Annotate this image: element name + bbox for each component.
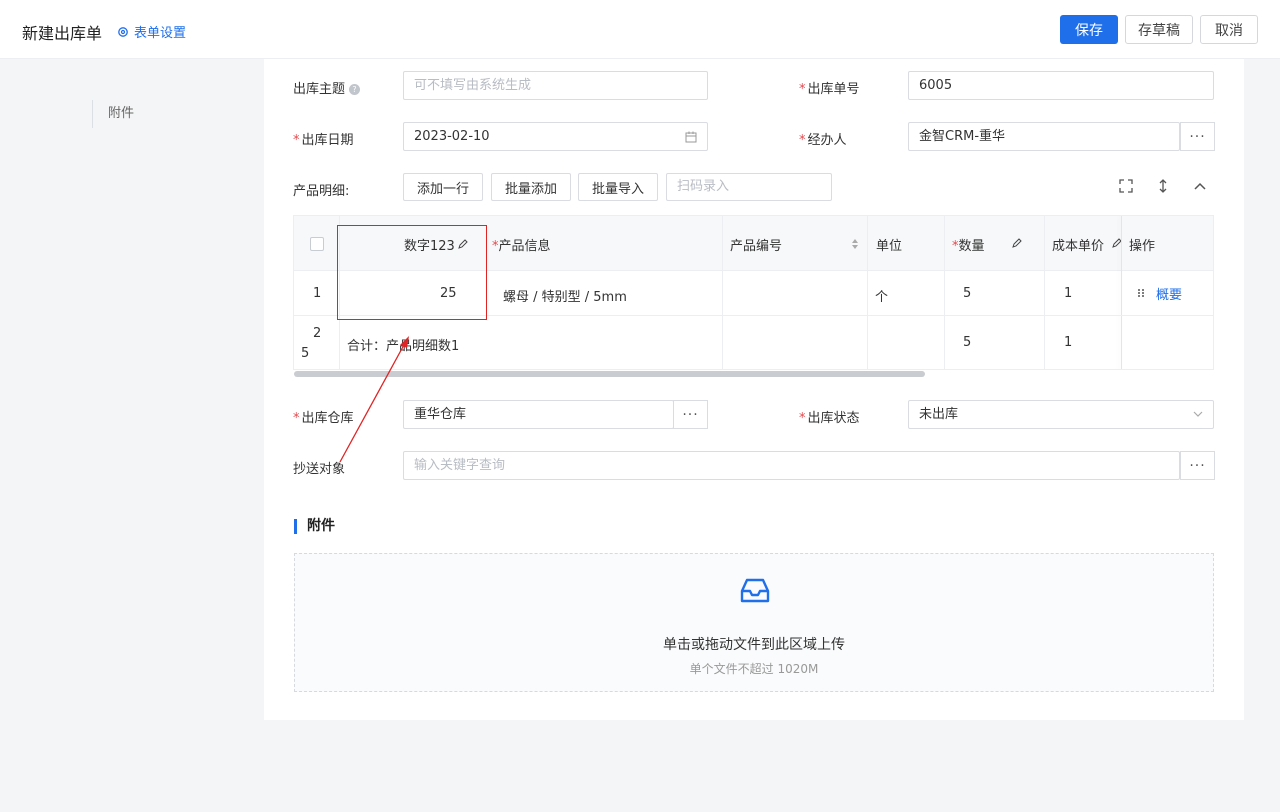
- batch-add-button[interactable]: 批量添加: [491, 173, 571, 201]
- handler-picker-button[interactable]: ···: [1180, 122, 1215, 151]
- batch-import-button[interactable]: 批量导入: [578, 173, 658, 201]
- date-input[interactable]: 2023-02-10: [403, 122, 708, 151]
- total-cost: 1: [1064, 335, 1073, 350]
- form-settings-label: 表单设置: [134, 26, 187, 41]
- form-settings-link[interactable]: 表单设置: [117, 22, 186, 41]
- handler-label: * 经办人: [799, 133, 847, 148]
- row-product-cell[interactable]: 螺母 / 特别型 / 5mm: [503, 286, 627, 305]
- subject-input[interactable]: 可不填写由系统生成: [403, 71, 708, 100]
- gear-icon: [118, 26, 128, 37]
- summary-link[interactable]: 概要: [1156, 284, 1182, 303]
- warehouse-label: * 出库仓库: [293, 411, 354, 426]
- header-quantity: *数量: [952, 239, 985, 254]
- subject-label: 出库主题?: [293, 78, 361, 97]
- header-cost: 成本单价: [1052, 239, 1105, 254]
- header-product: *产品信息: [492, 239, 551, 254]
- cancel-button[interactable]: 取消: [1200, 15, 1258, 44]
- cc-label: 抄送对象: [293, 462, 346, 477]
- annotation-highlight-box: [337, 225, 487, 320]
- cc-picker-button[interactable]: ···: [1180, 451, 1215, 480]
- upload-text: 单击或拖动文件到此区域上传: [663, 637, 845, 653]
- header-operations: 操作: [1129, 239, 1156, 254]
- drag-handle-icon[interactable]: [1137, 288, 1145, 298]
- warehouse-picker-button[interactable]: ···: [673, 400, 708, 429]
- upload-hint: 单个文件不超过 1020M: [689, 662, 819, 676]
- form-card: 出库主题? 可不填写由系统生成 * 出库单号 6005 * 出库日期 2023-02…: [264, 59, 1244, 720]
- fullscreen-icon[interactable]: [1118, 178, 1134, 194]
- handler-input[interactable]: 金智CRM-重华: [908, 122, 1180, 151]
- total-label: 合计：产品明细数1: [347, 339, 460, 354]
- cc-input[interactable]: 输入关键字查询: [403, 451, 1180, 480]
- warehouse-input[interactable]: 重华仓库: [403, 400, 674, 429]
- total-quantity: 5: [963, 335, 972, 350]
- scan-input[interactable]: 扫码录入: [666, 173, 832, 201]
- row-cost-cell[interactable]: 1: [1064, 286, 1072, 301]
- status-label: * 出库状态: [799, 411, 860, 426]
- status-value: 未出库: [919, 407, 959, 422]
- row-height-icon[interactable]: [1155, 178, 1171, 194]
- select-all-checkbox[interactable]: [310, 237, 324, 251]
- sidebar-item-attachments[interactable]: 附件: [92, 100, 134, 128]
- date-value: 2023-02-10: [414, 129, 490, 144]
- header-unit: 单位: [876, 239, 903, 254]
- help-icon[interactable]: ?: [349, 84, 361, 95]
- row-index: 1: [313, 286, 322, 301]
- save-button[interactable]: 保存: [1060, 15, 1118, 44]
- total-index-bottom: 5: [301, 346, 310, 361]
- inbox-icon: [740, 578, 770, 603]
- attachments-section-title: 附件: [294, 519, 335, 534]
- save-draft-button[interactable]: 存草稿: [1125, 15, 1193, 44]
- total-index-top: 2: [313, 326, 322, 341]
- upload-dropzone[interactable]: 单击或拖动文件到此区域上传 单个文件不超过 1020M: [294, 553, 1214, 692]
- status-select[interactable]: 未出库: [908, 400, 1214, 429]
- edit-icon[interactable]: [1011, 238, 1022, 249]
- add-row-button[interactable]: 添加一行: [403, 173, 483, 201]
- calendar-icon: [685, 131, 697, 143]
- top-bar: 新建出库单 表单设置 保存 存草稿 取消: [0, 0, 1280, 59]
- row-quantity-cell[interactable]: 5: [963, 286, 971, 301]
- date-label: * 出库日期: [293, 133, 354, 148]
- chevron-up-icon[interactable]: [1192, 178, 1208, 194]
- header-code[interactable]: 产品编号: [730, 235, 782, 254]
- products-label: 产品明细:: [293, 184, 350, 199]
- row-unit-cell[interactable]: 个: [875, 286, 888, 305]
- page-title: 新建出库单: [22, 24, 103, 43]
- chevron-down-icon: [1193, 411, 1203, 417]
- sort-icon[interactable]: [851, 238, 859, 250]
- table-scrollbar[interactable]: [294, 371, 925, 377]
- number-input[interactable]: 6005: [908, 71, 1214, 100]
- number-label: * 出库单号: [799, 82, 860, 97]
